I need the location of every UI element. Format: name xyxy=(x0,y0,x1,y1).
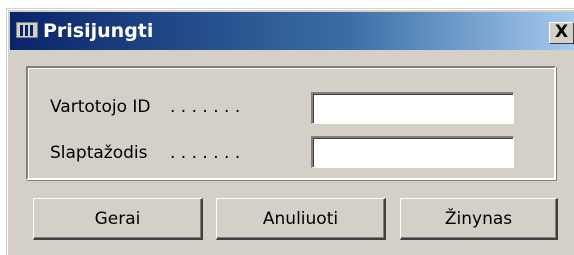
user-id-leader: . . . . . . . xyxy=(170,97,241,117)
close-icon: X xyxy=(554,22,569,42)
ok-button[interactable]: Gerai xyxy=(33,198,203,240)
close-button[interactable]: X xyxy=(549,22,574,44)
title-bar[interactable]: Prisijungti X xyxy=(10,12,574,50)
password-label: Slaptažodis xyxy=(50,143,148,163)
user-id-label: Vartotojo ID xyxy=(50,97,151,117)
window-title: Prisijungti xyxy=(43,20,154,42)
user-id-field[interactable] xyxy=(311,92,514,124)
password-field[interactable] xyxy=(311,136,514,168)
password-leader: . . . . . . . xyxy=(170,143,241,163)
window-app-icon xyxy=(16,22,38,38)
cancel-button[interactable]: Anuliuoti xyxy=(216,198,386,240)
help-button[interactable]: Žinynas xyxy=(400,198,558,240)
